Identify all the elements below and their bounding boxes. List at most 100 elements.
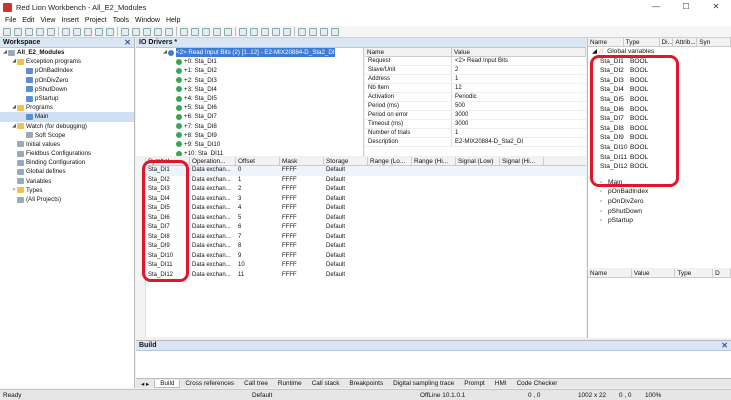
property-value[interactable]: 3000 bbox=[452, 120, 468, 128]
menu-tools[interactable]: Tools bbox=[113, 17, 129, 24]
symbol-column-header[interactable]: Signal (Hi... bbox=[500, 157, 544, 165]
workspace-tree-item[interactable]: pOnBadIndex bbox=[0, 66, 134, 75]
toolbar-button-icon[interactable] bbox=[320, 27, 328, 36]
menu-window[interactable]: Window bbox=[135, 17, 160, 24]
property-row[interactable]: Request <2> Read Input Bits bbox=[365, 57, 586, 66]
program-item[interactable]: ▫ pOnDivZero bbox=[588, 197, 731, 207]
tab-scroll-left-icon[interactable]: ◂ ▸ bbox=[136, 380, 154, 388]
table-row[interactable]: Sta_DI11 Data exchan... 10 FFFF Default bbox=[146, 261, 586, 271]
symbol-column-header[interactable]: Range (Lo... bbox=[368, 157, 412, 165]
property-row[interactable]: Slave/Unit 2 bbox=[365, 66, 586, 75]
toolbar-button-icon[interactable] bbox=[213, 27, 221, 36]
io-tree-item[interactable]: +8: Sta_DI9 bbox=[136, 131, 363, 140]
property-row[interactable]: Address 1 bbox=[365, 75, 586, 84]
property-value[interactable]: 3000 bbox=[452, 111, 468, 119]
menu-edit[interactable]: Edit bbox=[22, 17, 34, 24]
variable-row[interactable]: Sta_DI6 BOOL bbox=[588, 105, 731, 115]
io-tree-item[interactable]: +9: Sta_DI10 bbox=[136, 140, 363, 149]
build-tab[interactable]: HMI bbox=[490, 380, 512, 387]
workspace-tree-item[interactable]: (All Projects) bbox=[0, 195, 134, 204]
io-tree-item[interactable]: +5: Sta_DI6 bbox=[136, 103, 363, 112]
symbol-column-header[interactable]: Storage bbox=[324, 157, 368, 165]
table-row[interactable]: Sta_DI9 Data exchan... 8 FFFF Default bbox=[146, 242, 586, 252]
workspace-tree-item[interactable]: Soft Scope bbox=[0, 131, 134, 140]
toolbar-button-icon[interactable] bbox=[84, 27, 92, 36]
toolbar-button-icon[interactable] bbox=[143, 27, 151, 36]
variables-column-header[interactable]: Syn bbox=[697, 38, 731, 46]
watch-column-header[interactable]: Value bbox=[632, 269, 676, 277]
build-tab[interactable]: Cross references bbox=[180, 380, 239, 387]
program-item[interactable]: ▫ pStartup bbox=[588, 216, 731, 226]
toolbar-button-icon[interactable] bbox=[73, 27, 81, 36]
property-row[interactable]: Activation Periodic bbox=[365, 93, 586, 102]
table-row[interactable]: Sta_DI2 Data exchan... 1 FFFF Default bbox=[146, 176, 586, 186]
menu-view[interactable]: View bbox=[40, 17, 55, 24]
property-value[interactable]: 1 bbox=[452, 75, 458, 83]
workspace-tree-item[interactable]: ◢ Watch (for debugging) bbox=[0, 122, 134, 131]
variable-row[interactable]: Sta_DI2 BOOL bbox=[588, 66, 731, 76]
property-value[interactable]: 1 bbox=[452, 129, 458, 137]
workspace-tree-item[interactable]: ◢ All_E2_Modules bbox=[0, 48, 134, 57]
property-row[interactable]: Period (ms) 500 bbox=[365, 102, 586, 111]
watch-column-header[interactable]: Type bbox=[675, 269, 714, 277]
close-icon[interactable]: ✕ bbox=[721, 341, 728, 351]
property-row[interactable]: Period on error 3000 bbox=[365, 111, 586, 120]
toolbar-button-icon[interactable] bbox=[132, 27, 140, 36]
property-row[interactable]: Number of trials 1 bbox=[365, 129, 586, 138]
workspace-tree-item[interactable]: Fieldbus Configurations bbox=[0, 149, 134, 158]
table-row[interactable]: Sta_DI4 Data exchan... 3 FFFF Default bbox=[146, 195, 586, 205]
variables-column-header[interactable]: Attrib... bbox=[673, 38, 698, 46]
property-value[interactable]: <2> Read Input Bits bbox=[452, 57, 508, 65]
variables-column-header[interactable]: Name bbox=[588, 38, 624, 46]
io-tree-item[interactable]: +10: Sta_DI11 bbox=[136, 149, 363, 156]
workspace-tree-item[interactable]: Variables bbox=[0, 177, 134, 186]
variable-row[interactable]: Sta_DI3 BOOL bbox=[588, 76, 731, 86]
build-tab[interactable]: Digital sampling trace bbox=[388, 380, 459, 387]
close-button[interactable]: ✕ bbox=[701, 0, 731, 14]
variable-row[interactable]: Sta_DI9 BOOL bbox=[588, 133, 731, 143]
workspace-tree-item[interactable]: Initial values bbox=[0, 140, 134, 149]
toolbar-button-icon[interactable] bbox=[106, 27, 114, 36]
io-tree-item[interactable]: +2: Sta_DI3 bbox=[136, 76, 363, 85]
io-tree-item[interactable]: +6: Sta_DI7 bbox=[136, 112, 363, 121]
variables-column-header[interactable]: Di... bbox=[660, 38, 674, 46]
build-tab[interactable]: Breakpoints bbox=[344, 380, 388, 387]
table-row[interactable]: Sta_DI7 Data exchan... 6 FFFF Default bbox=[146, 223, 586, 233]
variable-row[interactable]: Sta_DI10 BOOL bbox=[588, 143, 731, 153]
symbol-column-header[interactable]: Operation... bbox=[190, 157, 236, 165]
program-item[interactable]: ▫ pOnBadIndex bbox=[588, 187, 731, 197]
toolbar-button-icon[interactable] bbox=[3, 27, 11, 36]
variable-row[interactable]: Sta_DI7 BOOL bbox=[588, 114, 731, 124]
build-tab[interactable]: Call tree bbox=[239, 380, 273, 387]
workspace-tree-item[interactable]: > Types bbox=[0, 186, 134, 195]
variables-column-header[interactable]: Type bbox=[624, 38, 660, 46]
workspace-tree-item[interactable]: ◢ Exception programs bbox=[0, 57, 134, 66]
property-value[interactable]: E2-MIX20884-D_Sta2_DI bbox=[452, 138, 523, 146]
menu-project[interactable]: Project bbox=[85, 17, 107, 24]
watch-column-header[interactable]: D bbox=[713, 269, 731, 277]
build-tab[interactable]: Code Checker bbox=[512, 380, 563, 387]
table-row[interactable]: Sta_DI8 Data exchan... 7 FFFF Default bbox=[146, 233, 586, 243]
symbol-column-header[interactable]: Mask bbox=[280, 157, 324, 165]
property-row[interactable]: Nb Item 12 bbox=[365, 84, 586, 93]
property-row[interactable]: Description E2-MIX20884-D_Sta2_DI bbox=[365, 138, 586, 147]
workspace-tree-item[interactable]: pOnDivZero bbox=[0, 76, 134, 85]
symbol-column-header[interactable]: Range (Hi... bbox=[412, 157, 456, 165]
toolbar-button-icon[interactable] bbox=[62, 27, 70, 36]
toolbar-button-icon[interactable] bbox=[154, 27, 162, 36]
toolbar-button-icon[interactable] bbox=[180, 27, 188, 36]
toolbar-button-icon[interactable] bbox=[191, 27, 199, 36]
symbol-column-header[interactable]: Offset bbox=[236, 157, 280, 165]
program-item[interactable]: ▫ pShutDown bbox=[588, 207, 731, 217]
expand-icon[interactable]: ◢ bbox=[588, 47, 597, 57]
variable-row[interactable]: Sta_DI12 BOOL bbox=[588, 162, 731, 172]
property-value[interactable]: 12 bbox=[452, 84, 462, 92]
build-tab[interactable]: Build bbox=[154, 379, 181, 388]
build-tab[interactable]: Runtime bbox=[273, 380, 307, 387]
toolbar-button-icon[interactable] bbox=[239, 27, 247, 36]
program-item[interactable]: ▫ Main bbox=[588, 178, 731, 188]
column-header-name[interactable]: Name bbox=[365, 48, 452, 56]
toolbar-button-icon[interactable] bbox=[250, 27, 258, 36]
variable-row[interactable]: Sta_DI11 BOOL bbox=[588, 153, 731, 163]
toolbar-button-icon[interactable] bbox=[25, 27, 33, 36]
